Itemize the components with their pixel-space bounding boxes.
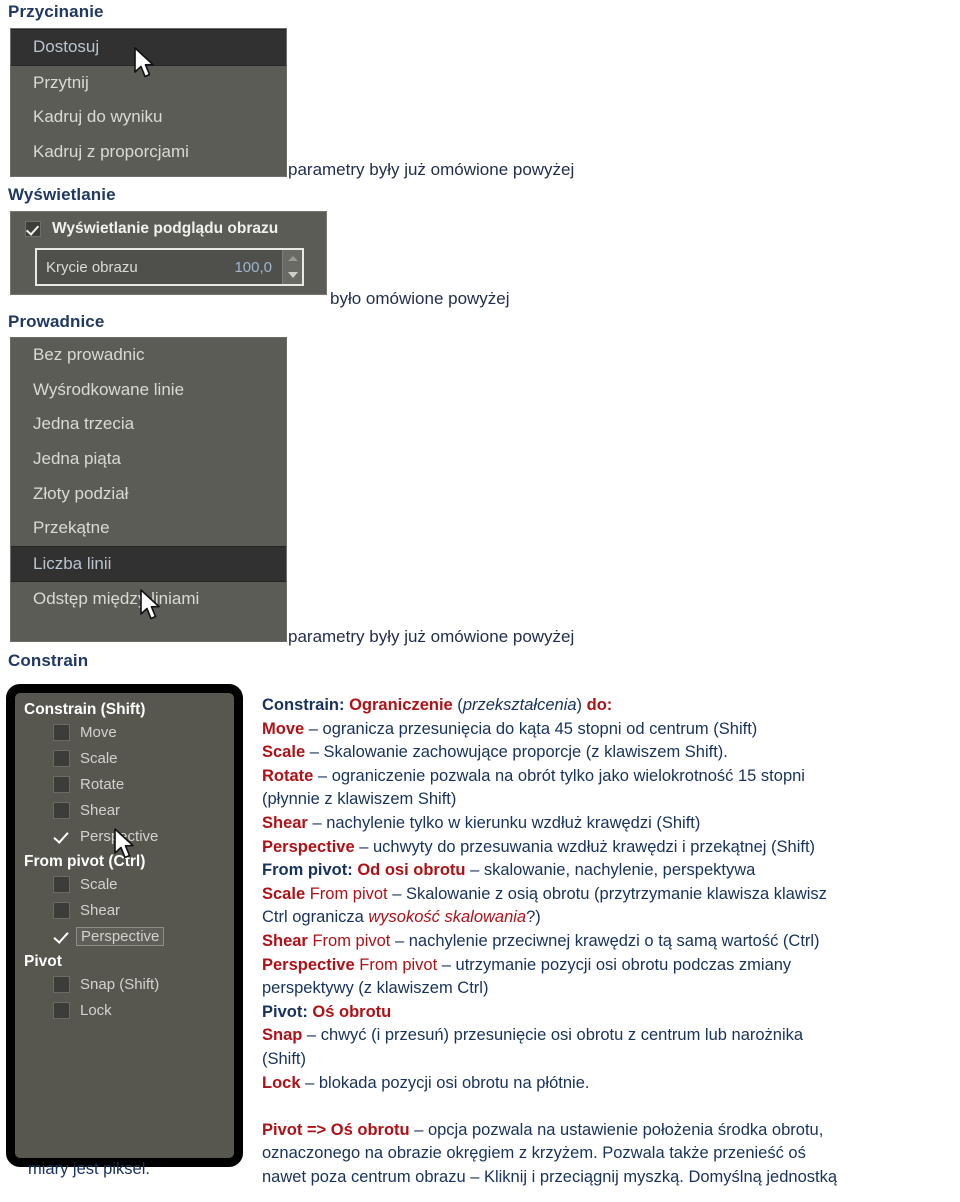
from-pivot-perspective-label: Perspective: [76, 926, 165, 946]
desc-line-7: Perspective – uchwyty do przesuwania wzd…: [262, 837, 816, 856]
desc-line-15: Snap – chwyć (i przesuń) przesunięcie os…: [262, 1026, 804, 1045]
image-opacity-value[interactable]: 100,0: [234, 259, 282, 276]
crop-menu-item-kadruj-z-proporcjami[interactable]: Kadruj z proporcjami: [11, 135, 286, 170]
crop-menu-item-przytnij[interactable]: Przytnij: [11, 66, 286, 101]
display-preview-checkbox-row[interactable]: Wyświetlanie podglądu obrazu: [11, 212, 326, 246]
constrain-group-title: Constrain (Shift): [24, 701, 146, 718]
desc-spacer: [262, 1095, 954, 1119]
constrain-row-scale[interactable]: Scale: [15, 745, 234, 771]
from-pivot-scale-label: Scale: [80, 875, 118, 893]
guides-menu-item-zloty-podzial[interactable]: Złoty podział: [11, 477, 286, 512]
spinner-buttons[interactable]: [282, 250, 302, 284]
guides-menu-item-odstep-miedzy-liniami[interactable]: Odstęp między liniami: [11, 582, 286, 617]
from-pivot-row-perspective[interactable]: Perspective: [15, 923, 234, 949]
chevron-down-icon[interactable]: [287, 272, 298, 279]
desc-line-4: Rotate – ograniczenie pozwala na obrót t…: [262, 766, 805, 785]
crop-note: parametry były już omówione powyżej: [288, 160, 575, 179]
display-preview-label: Wyświetlanie podglądu obrazu: [52, 220, 279, 237]
constrain-row-perspective[interactable]: Perspective: [15, 823, 234, 849]
constrain-move-label: Move: [80, 723, 117, 741]
image-opacity-spinner[interactable]: Krycie obrazu 100,0: [35, 248, 304, 286]
constrain-shear-label: Shear: [80, 801, 121, 819]
constrain-scale-label: Scale: [80, 749, 118, 767]
constrain-perspective-label: Perspective: [80, 827, 159, 845]
desc-line-17: Lock – blokada pozycji osi obrotu na płó…: [262, 1073, 590, 1092]
guides-menu-panel[interactable]: Bez prowadnic Wyśrodkowane linie Jedna t…: [10, 337, 287, 642]
desc-line-11: Shear From pivot – nachylenie przeciwnej…: [262, 931, 820, 950]
chevron-up-icon[interactable]: [287, 255, 298, 261]
crop-menu-panel[interactable]: Dostosuj Przytnij Kadruj do wyniku Kadru…: [10, 28, 287, 177]
desc-line-5: (płynnie z klawiszem Shift): [262, 790, 457, 809]
pivot-lock-label: Lock: [80, 1001, 112, 1019]
desc-line-12: Perspective From pivot – utrzymanie pozy…: [262, 955, 792, 974]
from-pivot-group-title: From pivot (Ctrl): [24, 853, 146, 870]
checkbox-icon[interactable]: [53, 875, 70, 893]
checkbox-icon[interactable]: [53, 749, 70, 767]
checkbox-icon[interactable]: [53, 723, 70, 741]
desc-line-18: Pivot => Oś obrotu – opcja pozwala na us…: [262, 1120, 824, 1139]
from-pivot-row-shear[interactable]: Shear: [15, 897, 234, 923]
constrain-row-move[interactable]: Move: [15, 719, 234, 745]
display-note: było omówione powyżej: [330, 289, 510, 308]
checkbox-icon[interactable]: [25, 221, 41, 237]
pivot-group-title: Pivot: [24, 953, 62, 970]
desc-line-8: From pivot: Od osi obrotu – skalowanie, …: [262, 861, 756, 880]
desc-line-3: Scale – Skalowanie zachowujące proporcje…: [262, 743, 728, 762]
pivot-row-lock[interactable]: Lock: [15, 997, 234, 1023]
desc-line-20: nawet poza centrum obrazu – Kliknij i pr…: [262, 1167, 838, 1186]
display-panel: Wyświetlanie podglądu obrazu Krycie obra…: [10, 211, 327, 295]
checkbox-icon[interactable]: [53, 801, 70, 819]
crop-menu-item-kadruj-do-wyniku[interactable]: Kadruj do wyniku: [11, 100, 286, 135]
checkbox-icon[interactable]: [53, 975, 70, 993]
constrain-row-shear[interactable]: Shear: [15, 797, 234, 823]
guides-section-heading: Prowadnice: [8, 312, 105, 331]
desc-line-13: perspektywy (z klawiszem Ctrl): [262, 979, 489, 998]
desc-line-2: Move – ogranicza przesunięcia do kąta 45…: [262, 719, 758, 738]
guides-menu-item-jedna-piata[interactable]: Jedna piąta: [11, 442, 286, 477]
desc-line-9: Scale From pivot – Skalowanie z osią obr…: [262, 884, 827, 903]
crop-section-heading: Przycinanie: [8, 2, 104, 21]
constrain-tool-options-panel: Constrain (Shift) Move Scale Rotate Shea…: [6, 684, 243, 1167]
constrain-section-heading: Constrain: [8, 651, 89, 670]
guides-menu-item-wysrodkowane-linie[interactable]: Wyśrodkowane linie: [11, 373, 286, 408]
checkbox-icon[interactable]: [53, 901, 70, 919]
desc-line-19: oznaczonego na obrazie okręgiem z krzyże…: [262, 1144, 806, 1163]
checkbox-icon[interactable]: [53, 927, 70, 945]
pivot-row-snap[interactable]: Snap (Shift): [15, 971, 234, 997]
desc-line-6: Shear – nachylenie tylko w kierunku wzdł…: [262, 813, 701, 832]
guides-note: parametry były już omówione powyżej: [288, 627, 575, 646]
guides-menu-item-bez-prowadnic[interactable]: Bez prowadnic: [11, 338, 286, 373]
desc-line-21: miary jest piksel.: [28, 1160, 150, 1178]
constrain-rotate-label: Rotate: [80, 775, 125, 793]
pivot-snap-label: Snap (Shift): [80, 975, 160, 993]
desc-line-16: (Shift): [262, 1049, 307, 1068]
guides-menu-item-przekatne[interactable]: Przekątne: [11, 511, 286, 546]
image-opacity-label: Krycie obrazu: [46, 258, 138, 276]
desc-line-10: Ctrl ogranicza wysokość skalowania?): [262, 908, 541, 927]
desc-line-1: Constrain: Ograniczenie (przekształcenia…: [262, 696, 613, 714]
from-pivot-row-scale[interactable]: Scale: [15, 871, 234, 897]
constrain-description: Constrain: Ograniczenie (przekształcenia…: [262, 694, 954, 1189]
crop-menu-item-dostosuj[interactable]: Dostosuj: [11, 29, 286, 66]
guides-menu-item-jedna-trzecia[interactable]: Jedna trzecia: [11, 407, 286, 442]
from-pivot-shear-label: Shear: [80, 901, 121, 919]
desc-line-14: Pivot: Oś obrotu: [262, 1002, 392, 1021]
guides-menu-item-liczba-linii[interactable]: Liczba linii: [11, 545, 286, 583]
constrain-row-rotate[interactable]: Rotate: [15, 771, 234, 797]
checkbox-icon[interactable]: [53, 1001, 70, 1019]
checkbox-icon[interactable]: [53, 775, 70, 793]
display-section-heading: Wyświetlanie: [8, 185, 116, 204]
checkbox-icon[interactable]: [53, 827, 70, 845]
